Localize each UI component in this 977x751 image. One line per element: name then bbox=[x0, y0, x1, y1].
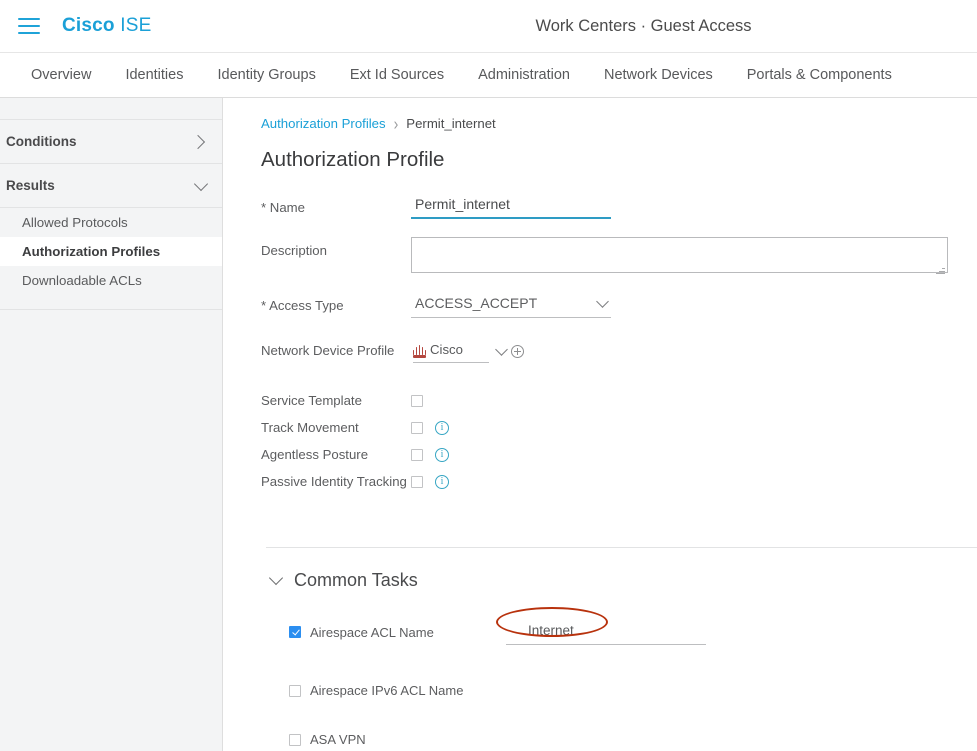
description-textarea[interactable] bbox=[411, 237, 948, 273]
chevron-down-icon bbox=[269, 571, 283, 585]
access-type-select[interactable]: ACCESS_ACCEPT bbox=[411, 292, 611, 318]
form-row-network-device-profile: Network Device Profile Cisco bbox=[261, 340, 977, 363]
airespace-acl-name-field bbox=[506, 619, 706, 645]
hamburger-bar bbox=[18, 25, 40, 27]
description-label: Description bbox=[261, 237, 411, 258]
sidebar-results-items: Allowed Protocols Authorization Profiles… bbox=[0, 208, 222, 310]
checkbox-row-passive-identity-tracking: Passive Identity Tracking i bbox=[261, 468, 977, 495]
sidebar-group-conditions[interactable]: Conditions bbox=[0, 120, 222, 164]
agentless-posture-checkbox[interactable] bbox=[411, 449, 423, 461]
common-task-row-airespace-acl-name: Airespace ACL Name bbox=[289, 619, 977, 645]
service-template-checkbox[interactable] bbox=[411, 395, 423, 407]
page-title: Authorization Profile bbox=[261, 148, 977, 172]
breadcrumb-separator-icon: › bbox=[394, 113, 399, 133]
tab-identity-groups[interactable]: Identity Groups bbox=[200, 53, 332, 98]
common-task-row-asa-vpn: ASA VPN bbox=[289, 732, 977, 747]
info-icon[interactable]: i bbox=[435, 475, 449, 489]
tab-overview[interactable]: Overview bbox=[14, 53, 108, 98]
form-row-access-type: * Access Type ACCESS_ACCEPT bbox=[261, 292, 977, 318]
sidebar-item-downloadable-acls[interactable]: Downloadable ACLs bbox=[0, 266, 222, 295]
brand-ise: ISE bbox=[120, 15, 151, 36]
airespace-acl-name-input[interactable] bbox=[506, 619, 706, 645]
app-body: Conditions Results Allowed Protocols Aut… bbox=[0, 98, 977, 751]
sidebar-top-spacer bbox=[0, 98, 222, 120]
authorization-profile-form: * Name Description bbox=[261, 194, 977, 747]
passive-identity-tracking-label: Passive Identity Tracking bbox=[261, 474, 411, 489]
tab-ext-id-sources[interactable]: Ext Id Sources bbox=[333, 53, 461, 98]
form-row-name: * Name bbox=[261, 194, 977, 219]
sidebar-group-results-label: Results bbox=[6, 178, 196, 193]
network-device-profile-row: Cisco bbox=[413, 340, 977, 363]
name-label: * Name bbox=[261, 194, 411, 215]
airespace-ipv6-acl-name-checkbox[interactable] bbox=[289, 685, 301, 697]
airespace-acl-name-checkbox[interactable] bbox=[289, 626, 301, 638]
description-control bbox=[411, 237, 977, 278]
asa-vpn-label: ASA VPN bbox=[310, 732, 366, 747]
info-icon[interactable]: i bbox=[435, 448, 449, 462]
cisco-logo-icon bbox=[413, 345, 426, 355]
sidebar-group-conditions-label: Conditions bbox=[6, 134, 193, 149]
asa-vpn-checkbox[interactable] bbox=[289, 734, 301, 746]
primary-nav-tabs: Overview Identities Identity Groups Ext … bbox=[0, 53, 977, 98]
sidebar-item-allowed-protocols[interactable]: Allowed Protocols bbox=[0, 208, 222, 237]
name-input[interactable] bbox=[411, 194, 611, 219]
chevron-right-icon bbox=[191, 134, 205, 148]
airespace-ipv6-acl-name-label: Airespace IPv6 ACL Name bbox=[310, 683, 463, 698]
breadcrumb-current: Permit_internet bbox=[406, 116, 495, 131]
track-movement-checkbox[interactable] bbox=[411, 422, 423, 434]
workcenter-title: Work Centers · Guest Access bbox=[535, 17, 751, 35]
chevron-down-icon bbox=[596, 295, 609, 308]
access-type-label: * Access Type bbox=[261, 292, 411, 313]
tab-identities[interactable]: Identities bbox=[108, 53, 200, 98]
description-wrapper bbox=[411, 237, 948, 278]
chevron-down-icon[interactable] bbox=[495, 343, 508, 356]
common-task-row-airespace-ipv6-acl-name: Airespace IPv6 ACL Name bbox=[289, 683, 977, 698]
access-type-control: ACCESS_ACCEPT bbox=[411, 292, 977, 318]
checkbox-row-track-movement: Track Movement i bbox=[261, 414, 977, 441]
agentless-posture-label: Agentless Posture bbox=[261, 447, 411, 462]
brand-cisco: Cisco bbox=[62, 15, 115, 36]
form-row-description: Description bbox=[261, 237, 977, 278]
network-device-profile-control: Cisco bbox=[413, 340, 977, 363]
info-icon[interactable]: i bbox=[435, 421, 449, 435]
tab-network-devices[interactable]: Network Devices bbox=[587, 53, 730, 98]
breadcrumb-parent-link[interactable]: Authorization Profiles bbox=[261, 116, 386, 131]
common-tasks-title: Common Tasks bbox=[294, 570, 418, 591]
main-content: Authorization Profiles › Permit_internet… bbox=[223, 98, 977, 751]
service-template-label: Service Template bbox=[261, 393, 411, 408]
plus-circle-icon[interactable] bbox=[511, 345, 524, 358]
track-movement-label: Track Movement bbox=[261, 420, 411, 435]
sidebar-item-authorization-profiles[interactable]: Authorization Profiles bbox=[0, 237, 222, 266]
network-device-profile-label: Network Device Profile bbox=[261, 340, 413, 358]
breadcrumb: Authorization Profiles › Permit_internet bbox=[261, 115, 977, 131]
hamburger-menu-icon[interactable] bbox=[18, 18, 40, 34]
tab-administration[interactable]: Administration bbox=[461, 53, 587, 98]
network-device-profile-value: Cisco bbox=[430, 342, 463, 357]
hamburger-bar bbox=[18, 18, 40, 20]
name-control bbox=[411, 194, 977, 219]
profile-option-checkboxes: Service Template Track Movement i Agentl… bbox=[261, 387, 977, 495]
common-tasks-list: Airespace ACL Name Airespace IPv6 ACL Na… bbox=[261, 619, 977, 747]
chevron-down-icon bbox=[194, 176, 208, 190]
access-type-value: ACCESS_ACCEPT bbox=[415, 295, 590, 311]
cisco-ise-logo[interactable]: Cisco ISE bbox=[62, 15, 151, 37]
network-device-profile-select[interactable]: Cisco bbox=[413, 340, 489, 363]
airespace-acl-name-label: Airespace ACL Name bbox=[310, 625, 506, 640]
checkbox-row-service-template: Service Template bbox=[261, 387, 977, 414]
sidebar-group-results[interactable]: Results bbox=[0, 164, 222, 208]
section-divider bbox=[266, 547, 977, 548]
checkbox-row-agentless-posture: Agentless Posture i bbox=[261, 441, 977, 468]
tab-portals-and-components[interactable]: Portals & Components bbox=[730, 53, 909, 98]
common-tasks-header[interactable]: Common Tasks bbox=[271, 570, 977, 591]
hamburger-bar bbox=[18, 32, 40, 34]
left-sidebar: Conditions Results Allowed Protocols Aut… bbox=[0, 98, 223, 751]
top-bar: Cisco ISE Work Centers · Guest Access bbox=[0, 0, 977, 53]
passive-identity-tracking-checkbox[interactable] bbox=[411, 476, 423, 488]
